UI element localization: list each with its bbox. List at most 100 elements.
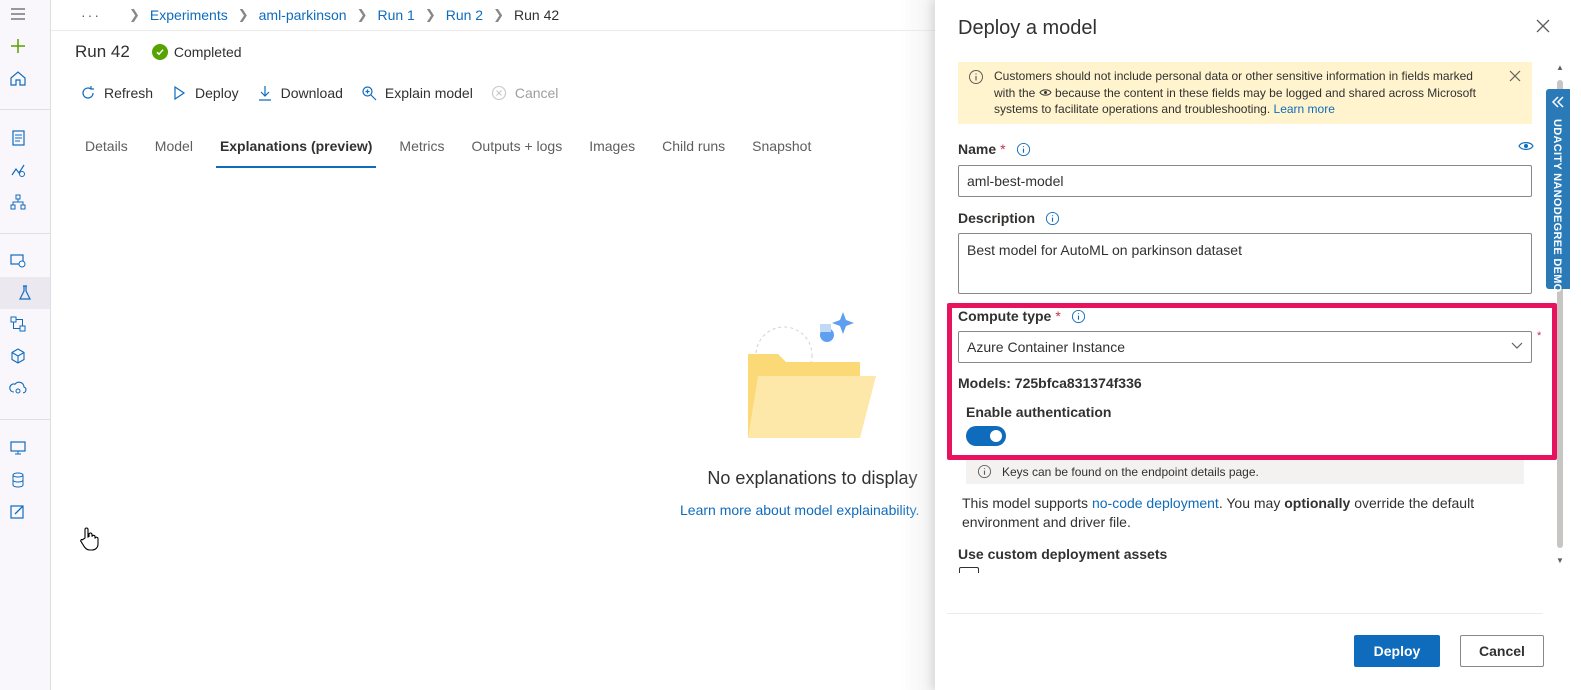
description-textarea[interactable]: Best model for AutoML on parkinson datas…	[958, 233, 1532, 294]
hand-cursor-icon	[80, 527, 99, 551]
no-code-support-text: This model supports no-code deployment. …	[962, 494, 1522, 532]
experiments-icon[interactable]	[0, 277, 50, 309]
rail-divider	[0, 419, 50, 420]
dismiss-icon[interactable]	[1508, 69, 1522, 83]
datasets-icon[interactable]	[8, 250, 28, 270]
udacity-side-tab[interactable]: UDACITY NANODEGREE DEMO	[1546, 89, 1570, 293]
plus-icon[interactable]	[8, 36, 28, 56]
scroll-down-arrow[interactable]: ▼	[1556, 556, 1564, 565]
scroll-up-arrow[interactable]: ▲	[1556, 63, 1564, 72]
custom-deployment-assets-checkbox[interactable]	[959, 567, 979, 573]
breadcrumb-experiment[interactable]: aml-parkinson	[259, 7, 347, 23]
explain-model-button[interactable]: Explain model	[361, 82, 473, 104]
compute-type-label-text: Compute type	[958, 308, 1052, 324]
empty-state-title: No explanations to display	[707, 468, 918, 488]
cancel-circle-icon	[491, 85, 506, 101]
chevron-right-icon: ❯	[493, 7, 504, 22]
chevron-right-icon: ❯	[129, 7, 140, 22]
command-bar: Refresh Deploy Download Explain model Ca…	[80, 82, 576, 104]
keys-info-text: Keys can be found on the endpoint detail…	[1002, 465, 1259, 479]
home-icon[interactable]	[8, 68, 28, 88]
breadcrumb-run-2[interactable]: Run 2	[446, 7, 483, 23]
description-label: Description	[958, 210, 1060, 226]
play-icon	[174, 85, 186, 101]
automl-icon[interactable]	[8, 160, 28, 180]
pipelines-icon[interactable]	[8, 314, 28, 334]
page-title: Run 42	[75, 42, 130, 61]
close-icon[interactable]	[1533, 16, 1553, 36]
notebook-icon[interactable]	[8, 128, 28, 148]
hamburger-icon[interactable]	[8, 4, 28, 24]
tab-images[interactable]: Images	[589, 134, 635, 168]
chevron-right-icon: ❯	[237, 7, 249, 22]
info-icon[interactable]	[1071, 309, 1086, 324]
check-circle-icon	[151, 44, 168, 60]
support-text-start: This model supports	[962, 495, 1089, 511]
support-text-bold: optionally	[1284, 495, 1351, 511]
breadcrumb-experiments[interactable]: Experiments	[150, 7, 228, 23]
download-button[interactable]: Download	[257, 82, 343, 104]
name-label: Name *	[958, 141, 1031, 157]
warning-text-end: because the content in these fields may …	[994, 85, 1476, 117]
breadcrumb-more-button[interactable]: ···	[81, 7, 101, 23]
rail-divider	[0, 109, 50, 110]
explainability-learn-more-link[interactable]: Learn more about model explainability.	[680, 502, 919, 518]
name-label-text: Name	[958, 141, 997, 157]
warning-learn-more-link[interactable]: Learn more	[1274, 102, 1335, 116]
labeling-icon[interactable]	[8, 502, 28, 522]
chevron-right-icon: ❯	[356, 7, 368, 22]
no-code-deployment-link[interactable]: no-code deployment	[1092, 495, 1219, 511]
tab-outputs-logs[interactable]: Outputs + logs	[472, 134, 563, 168]
keys-info-note: Keys can be found on the endpoint detail…	[966, 460, 1524, 484]
required-mark: *	[1055, 308, 1061, 324]
required-mark: *	[1537, 330, 1542, 342]
status-text: Completed	[173, 44, 242, 60]
enable-authentication-toggle[interactable]	[966, 426, 1006, 446]
info-icon	[969, 70, 983, 84]
cancel-button[interactable]: Cancel	[1460, 635, 1544, 667]
privacy-warning-bar: Customers should not include personal da…	[958, 62, 1532, 124]
enable-authentication-label: Enable authentication	[966, 404, 1112, 420]
name-input[interactable]: aml-best-model	[958, 165, 1532, 197]
deploy-button[interactable]: Deploy	[171, 82, 239, 104]
tab-explanations[interactable]: Explanations (preview)	[215, 134, 377, 168]
breadcrumb-run-1[interactable]: Run 1	[377, 7, 414, 23]
tab-metrics[interactable]: Metrics	[399, 134, 444, 168]
designer-icon[interactable]	[8, 192, 28, 212]
eye-icon	[1518, 142, 1534, 150]
info-icon[interactable]	[1016, 142, 1031, 157]
footer-divider	[947, 613, 1543, 614]
endpoints-icon[interactable]	[8, 378, 28, 398]
info-icon	[977, 464, 992, 479]
double-chevron-left-icon	[1551, 96, 1564, 108]
models-text: Models: 725bfca831374f336	[958, 375, 1142, 391]
panel-title: Deploy a model	[958, 17, 1097, 39]
tab-details[interactable]: Details	[85, 134, 128, 168]
tab-child-runs[interactable]: Child runs	[662, 134, 725, 168]
udacity-side-tab-label: UDACITY NANODEGREE DEMO	[1551, 119, 1563, 293]
explain-model-label: Explain model	[384, 85, 473, 101]
info-icon[interactable]	[1045, 211, 1060, 226]
deploy-submit-button[interactable]: Deploy	[1354, 635, 1440, 667]
run-header: Run 42 Completed	[75, 42, 242, 62]
panel-shadow	[900, 0, 936, 690]
breadcrumb-current: Run 42	[514, 7, 560, 23]
models-icon[interactable]	[8, 346, 28, 366]
download-icon	[258, 86, 271, 101]
compute-type-label: Compute type *	[958, 308, 1086, 324]
deploy-label: Deploy	[195, 85, 239, 101]
status-badge: Completed	[151, 44, 242, 60]
compute-type-dropdown[interactable]: Azure Container Instance	[958, 331, 1532, 363]
run-tabs: Details Model Explanations (preview) Met…	[85, 134, 838, 168]
compute-icon[interactable]	[8, 438, 28, 458]
cancel-run-button[interactable]: Cancel	[491, 82, 559, 104]
cancel-run-label: Cancel	[514, 85, 559, 101]
tab-model[interactable]: Model	[155, 134, 193, 168]
datastores-icon[interactable]	[8, 470, 28, 490]
refresh-icon	[82, 86, 94, 99]
refresh-button[interactable]: Refresh	[80, 82, 153, 104]
custom-deployment-assets-label: Use custom deployment assets	[958, 546, 1168, 562]
tab-snapshot[interactable]: Snapshot	[752, 134, 811, 168]
toggle-knob	[990, 430, 1002, 442]
breadcrumb: ··· ❯ Experiments ❯ aml-parkinson ❯ Run …	[51, 0, 936, 31]
